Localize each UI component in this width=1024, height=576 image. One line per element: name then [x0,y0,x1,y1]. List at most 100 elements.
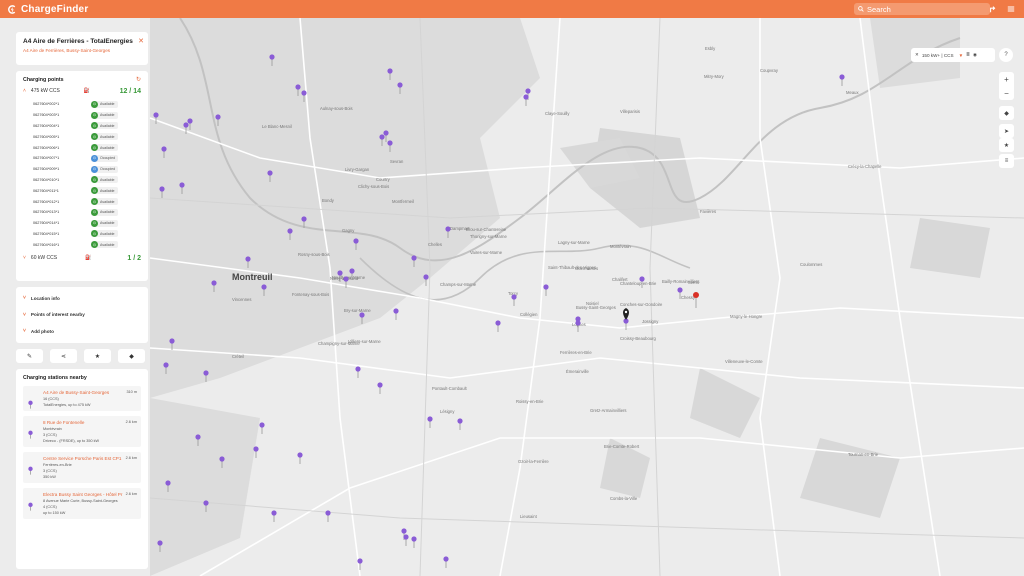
action-buttons: ✎ ⋖ ★ ◆ [16,349,148,363]
locate-icon[interactable]: ➤ [999,124,1014,138]
evse-row[interactable]: 0627604*016*1 ⏻ Available [23,239,141,250]
map-place-label: Villeneuve-le-Comte [725,359,763,364]
list-icon[interactable]: ≡ [999,154,1014,168]
add-photo-toggle[interactable]: ˅ Add photo [23,323,141,340]
map-place-label: Villiers-sur-Marne [348,339,381,344]
filter-icon[interactable]: ▼ [959,53,964,58]
map-place-label: Émerainville [566,369,589,374]
plug-icon: ⛽ [83,88,91,94]
map-place-label: Fontenay-sous-Bois [292,292,329,297]
menu-icon[interactable] [1006,3,1016,15]
edit-button[interactable]: ✎ [16,349,43,363]
map-place-label: Rosny-sous-Bois [298,252,330,257]
map-place-label: Roissy-en-Brie [516,399,544,404]
directions-button[interactable]: ◆ [118,349,145,363]
connector-count: 1 / 2 [127,254,141,262]
evse-row[interactable]: 0627604*011*1 ⏻ Available [23,185,141,196]
evse-row[interactable]: 0627604*010*1 ⏻ Available [23,175,141,186]
speed-icon[interactable]: ≣ [966,52,970,58]
map[interactable]: MontreuilChellesLagny-sur-MarneTorcyNois… [0,18,1024,576]
evse-row[interactable]: 0627604*002*1 ⏻ Available [23,99,141,110]
nearby-line-1: Montévrain [43,427,62,431]
settings-icon[interactable]: ◉ [973,52,977,58]
station-pin-icon [28,466,33,475]
zoom-out-button[interactable]: − [999,86,1014,100]
map-place-label: Thorigny-sur-Marne [470,234,507,239]
search-input[interactable]: Search [854,3,990,15]
nearby-station-name[interactable]: 8 Rue de Fontenelle [43,420,137,425]
connector-row[interactable]: ˄ 475 kW CCS ⛽ 12 / 14 [23,83,141,99]
poi-toggle[interactable]: ˅ Points of interest nearby [23,307,141,324]
status-badge: ⏻ Available [91,230,118,238]
connector-row[interactable]: ˅ 60 kW CCS ⛽ 1 / 2 [23,250,141,266]
evse-row[interactable]: 0627604*003*1 ⏻ Available [23,110,141,121]
directions-icon[interactable] [988,3,998,15]
filter-chip[interactable]: ✕ 150 kW+ | CCS ▼ ≣ ◉ [911,48,995,62]
chevron-up-icon[interactable]: ˄ [23,88,26,94]
evse-id: 0627604*003*1 [33,113,60,118]
evse-row[interactable]: 0627604*009*1 ⏻ Occupied [23,164,141,175]
nearby-station[interactable]: Electra Bussy Saint Georges - Hôtel Pr 2.… [23,488,141,519]
nearby-station[interactable]: Centre Service Porsche Paris Est CP1 2.6 … [23,452,141,483]
status-text: Available [100,113,115,118]
map-place-label: Jossigny [642,319,659,324]
nearby-line-3: 350 kW [43,475,56,479]
plug-icon: ⛽ [85,255,92,262]
nearby-station-name[interactable]: Electra Bussy Saint Georges - Hôtel Pr [43,492,137,497]
app-logo[interactable]: ChargeFinder [8,4,88,15]
help-icon[interactable]: ? [999,48,1013,62]
map-place-label: Brie-Comte-Robert [604,444,640,449]
evse-row[interactable]: 0627604*006*1 ⏻ Available [23,142,141,153]
plug-status-icon: ⏻ [91,187,98,195]
favorite-button[interactable]: ★ [84,349,111,363]
status-badge: ⏻ Available [91,144,118,152]
compass-icon[interactable]: ◆ [999,106,1014,120]
nearby-station[interactable]: A4 Aire de Bussy-Saint-Georges 310 m 16 (C… [23,386,141,411]
location-info-label: Location info [30,295,60,301]
map-place-label: Esbly [705,46,716,51]
evse-row[interactable]: 0627604*005*1 ⏻ Available [23,131,141,142]
favorites-icon[interactable]: ★ [999,138,1014,152]
share-button[interactable]: ⋖ [50,349,77,363]
status-badge: ⏻ Available [91,241,118,249]
map-place-label: Meaux [846,90,859,95]
evse-row[interactable]: 0627604*015*1 ⏻ Available [23,229,141,240]
close-filter-icon[interactable]: ✕ [915,52,919,58]
evse-row[interactable]: 0627604*012*1 ⏻ Available [23,196,141,207]
poi-label: Points of interest nearby [30,312,85,318]
map-place-label: Vaires-sur-Marne [470,250,503,255]
nearby-station-name[interactable]: Centre Service Porsche Paris Est CP1 [43,456,137,461]
refresh-icon[interactable]: ↻ [136,76,141,83]
nearby-station-name[interactable]: A4 Aire de Bussy-Saint-Georges [43,390,137,395]
plug-status-icon: ⏻ [91,165,98,173]
map-canvas[interactable]: MontreuilChellesLagny-sur-MarneTorcyNois… [0,18,1024,576]
map-place-label: Bondy [322,198,335,203]
evse-row[interactable]: 0627604*007*1 ⏻ Occupied [23,153,141,164]
share-icon: ⋖ [60,353,67,360]
location-info-toggle[interactable]: ˅ Location info [23,290,141,307]
station-title: A4 Aire de Ferrières - TotalEnergies [23,38,133,45]
evse-row[interactable]: 0627604*013*1 ⏻ Available [23,207,141,218]
plug-status-icon: ⏻ [91,111,98,119]
directions-icon: ◆ [129,353,134,360]
status-badge: ⏻ Available [91,208,118,216]
nearby-distance: 310 m [126,390,137,394]
nearby-distance: 2.6 km [125,492,137,496]
nearby-station[interactable]: 8 Rue de Fontenelle 2.6 km Montévrain 3 (CC… [23,416,141,447]
zoom-in-button[interactable]: + [999,72,1014,86]
plug-status-icon: ⏻ [91,100,98,108]
nearby-line-1: Ferrières-en-Brie [43,463,72,467]
map-place-label: Champs-sur-Marne [440,282,477,287]
chevron-down-icon[interactable]: ˅ [23,255,26,261]
evse-row[interactable]: 0627604*014*1 ⏻ Available [23,218,141,229]
map-place-label: Livry-Gargan [345,167,370,172]
evse-id: 0627604*012*1 [33,199,60,204]
close-icon[interactable]: ✕ [138,37,144,45]
evse-row[interactable]: 0627604*004*1 ⏻ Available [23,121,141,132]
station-address[interactable]: A4 Aire de Ferrières, Bussy-Saint-George… [23,48,141,53]
status-text: Available [100,145,115,150]
plug-status-icon: ⏻ [91,241,98,249]
plug-status-icon: ⏻ [91,230,98,238]
add-photo-label: Add photo [30,328,54,334]
map-place-label: Tournan-en-Brie [848,452,879,457]
